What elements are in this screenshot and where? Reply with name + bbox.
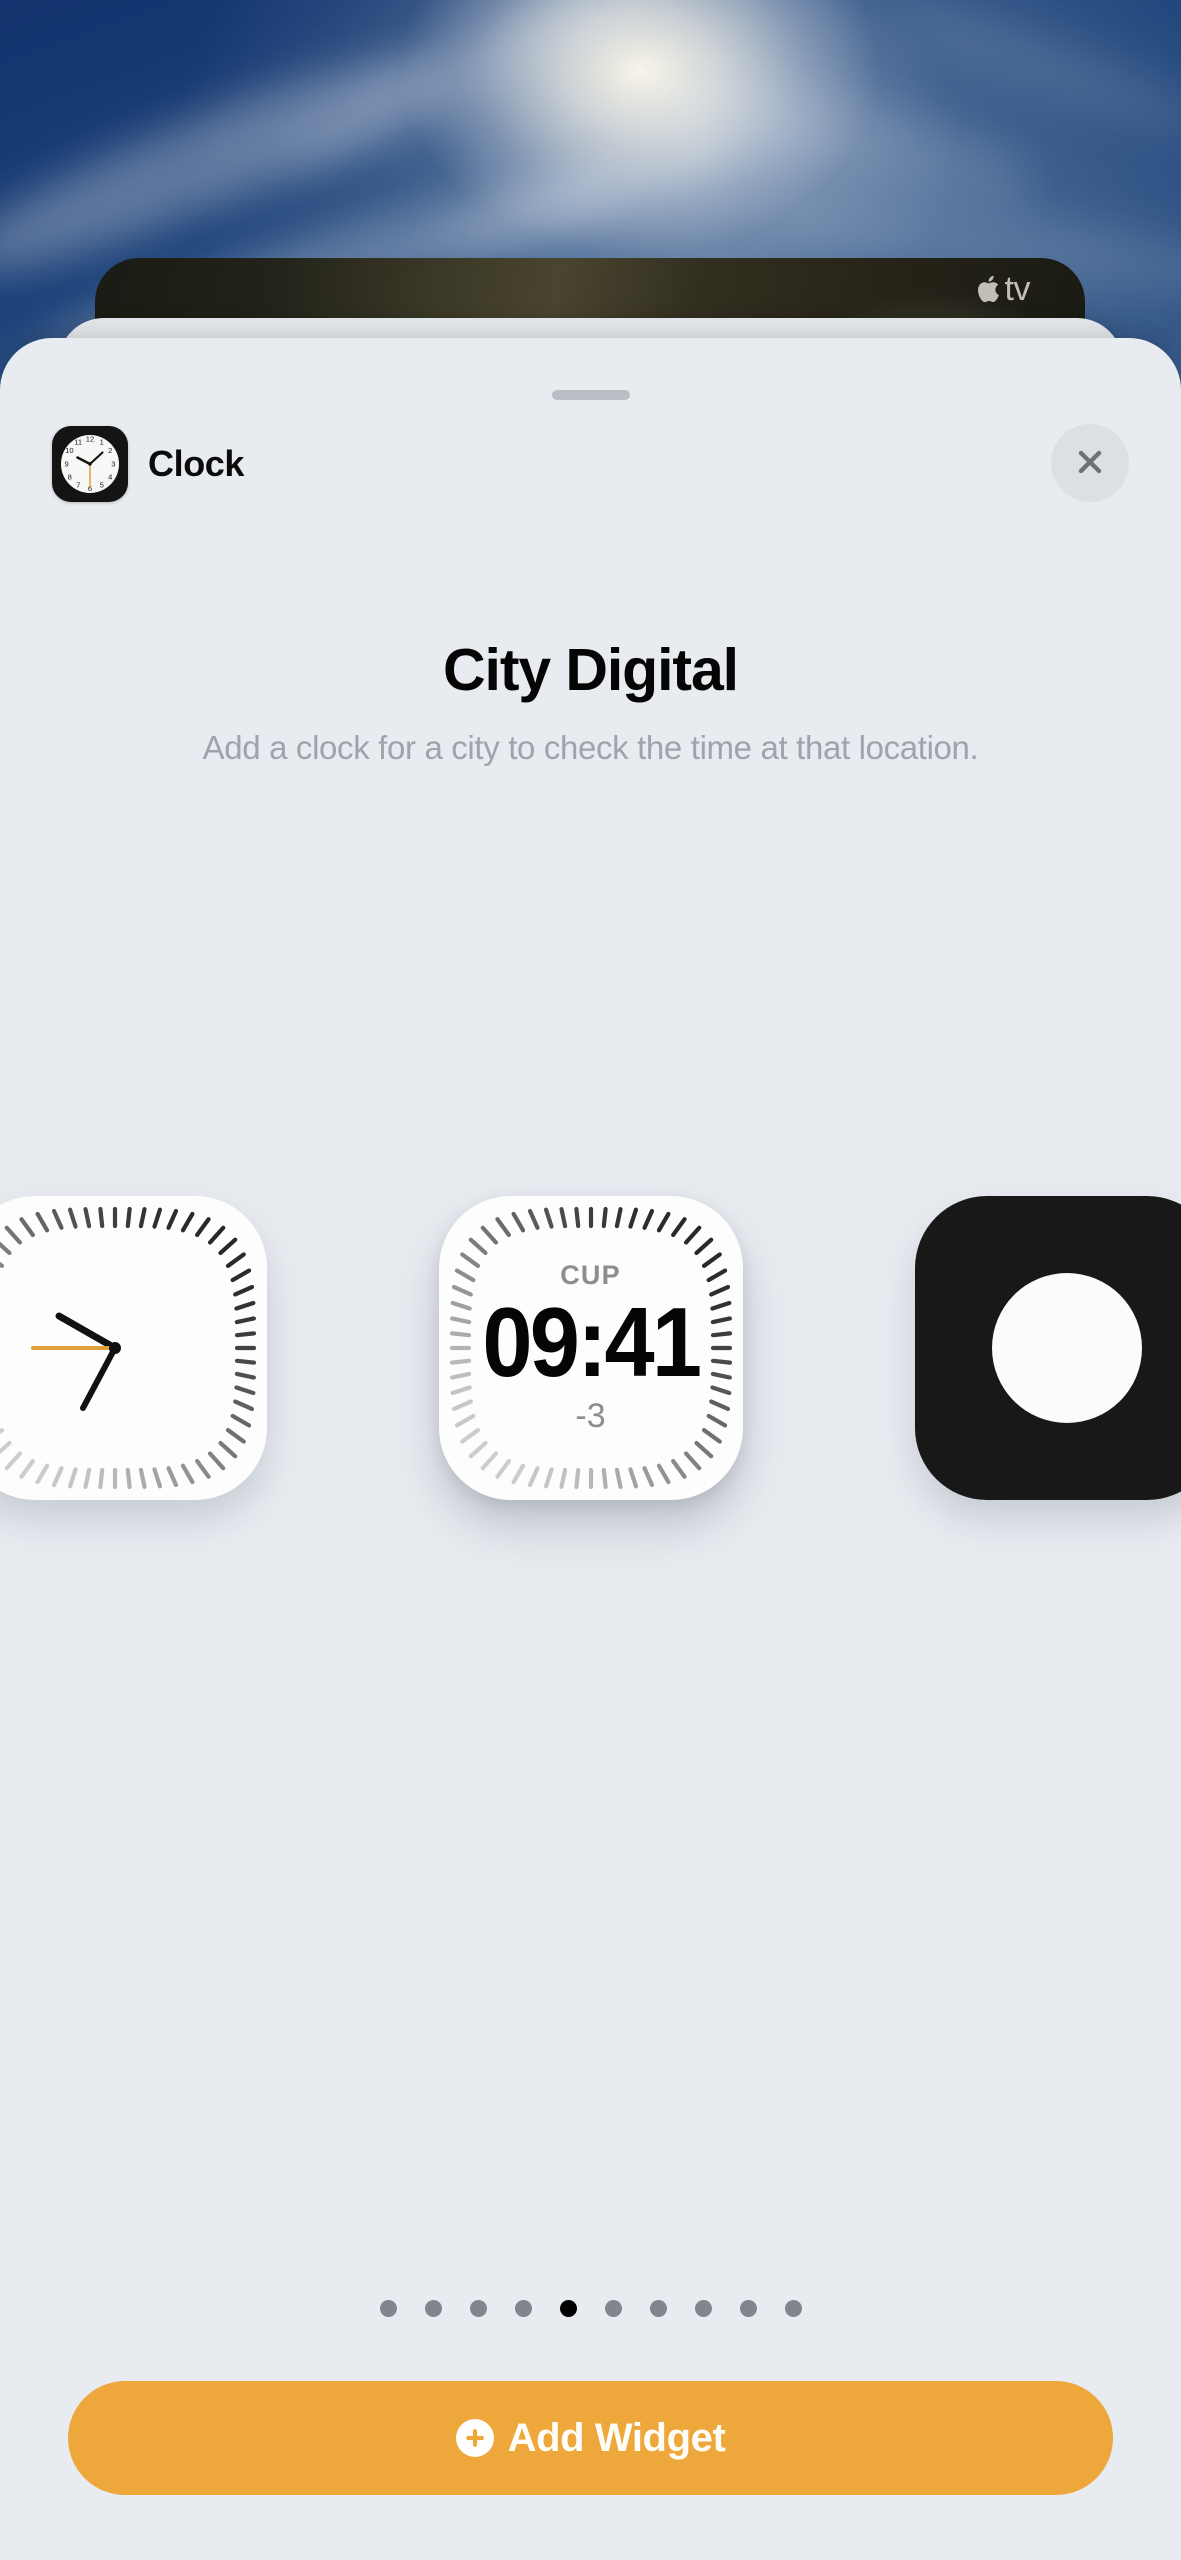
widget-description: Add a clock for a city to check the time… bbox=[202, 728, 979, 766]
page-title: City Digital bbox=[443, 637, 739, 703]
widget-preview-dark[interactable] bbox=[914, 1196, 1181, 1500]
app-name-label: Clock bbox=[148, 443, 245, 484]
apple-logo-icon bbox=[976, 274, 1002, 304]
pagination-dot[interactable] bbox=[604, 2300, 622, 2317]
svg-text:1: 1 bbox=[100, 438, 104, 447]
widget-offset-label: -3 bbox=[575, 1397, 606, 1435]
widget-dark-dial bbox=[991, 1273, 1142, 1423]
sheet-grabber-handle[interactable] bbox=[551, 390, 630, 400]
pagination-dot[interactable] bbox=[559, 2300, 577, 2317]
pagination-dot[interactable] bbox=[649, 2300, 667, 2317]
pagination-dot[interactable] bbox=[694, 2300, 712, 2317]
svg-text:5: 5 bbox=[100, 481, 104, 490]
widget-carousel[interactable]: CUP 09:41 -3 bbox=[0, 1038, 1181, 1658]
pagination-dot[interactable] bbox=[424, 2300, 442, 2317]
widget-face: CUP 09:41 -3 bbox=[439, 1196, 743, 1500]
widget-info: City Digital Add a clock for a city to c… bbox=[0, 638, 1181, 768]
sheet-header: 12 1 2 3 4 5 6 7 8 9 10 11 Clock bbox=[0, 418, 1181, 518]
pagination-dot[interactable] bbox=[739, 2300, 757, 2317]
widget-preview-analog[interactable] bbox=[0, 1196, 267, 1500]
widget-preview-city-digital[interactable]: CUP 09:41 -3 bbox=[438, 1196, 743, 1500]
widget-time-label: 09:41 bbox=[482, 1287, 702, 1397]
svg-text:10: 10 bbox=[65, 446, 73, 455]
pagination-dot[interactable] bbox=[379, 2300, 397, 2317]
add-widget-button[interactable]: Add Widget bbox=[68, 2381, 1113, 2495]
svg-text:8: 8 bbox=[68, 472, 72, 481]
svg-text:3: 3 bbox=[111, 460, 115, 469]
pagination-dot[interactable] bbox=[469, 2300, 487, 2317]
svg-text:12: 12 bbox=[86, 435, 94, 444]
close-button[interactable] bbox=[1051, 424, 1129, 502]
svg-text:9: 9 bbox=[64, 460, 68, 469]
app-identity: 12 1 2 3 4 5 6 7 8 9 10 11 Clock bbox=[52, 426, 244, 502]
svg-text:7: 7 bbox=[76, 481, 80, 490]
clock-app-icon: 12 1 2 3 4 5 6 7 8 9 10 11 bbox=[52, 426, 128, 502]
svg-text:2: 2 bbox=[108, 446, 112, 455]
pagination-dot[interactable] bbox=[784, 2300, 802, 2317]
close-x-icon bbox=[1072, 444, 1108, 483]
svg-text:4: 4 bbox=[108, 472, 112, 481]
plus-circle-icon bbox=[455, 2419, 494, 2457]
apple-tv-logo: tv bbox=[976, 270, 1031, 308]
svg-text:11: 11 bbox=[74, 438, 82, 447]
add-widget-label: Add Widget bbox=[507, 2415, 726, 2460]
widget-picker-sheet: 12 1 2 3 4 5 6 7 8 9 10 11 Clock City Di… bbox=[0, 338, 1181, 2560]
pagination-dots[interactable] bbox=[0, 2300, 1181, 2317]
screen-root: tv 12 1 2 3 4 5 6 7 8 9 10 11 Clock City… bbox=[0, 0, 1181, 2560]
apple-tv-label: tv bbox=[1004, 270, 1031, 308]
pagination-dot[interactable] bbox=[514, 2300, 532, 2317]
